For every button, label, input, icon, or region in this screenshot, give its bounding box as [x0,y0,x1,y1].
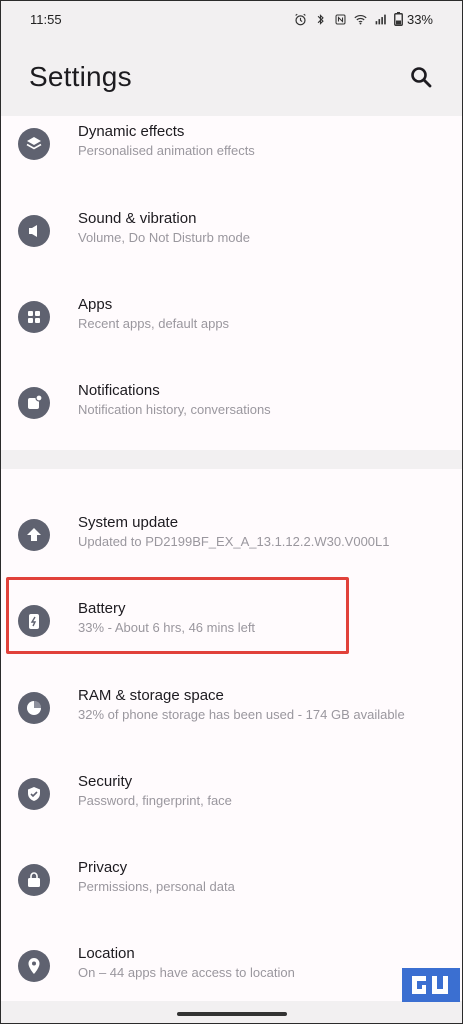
status-icons: 33% [294,12,433,27]
item-subtitle: Volume, Do Not Disturb mode [78,230,250,245]
status-time: 11:55 [30,11,62,27]
battery-status-icon [394,12,403,26]
item-title: Dynamic effects [78,123,185,140]
item-title: RAM & storage space [78,687,224,704]
settings-item-location[interactable]: Location On – 44 apps have access to loc… [0,922,463,1008]
item-subtitle: Updated to PD2199BF_EX_A_13.1.12.2.W30.V… [78,534,390,549]
search-icon [411,67,432,88]
item-title: Sound & vibration [78,210,197,227]
shield-check-icon [18,778,50,810]
item-title: Security [78,773,133,790]
item-subtitle: On – 44 apps have access to location [78,965,295,980]
item-subtitle: Personalised animation effects [78,143,255,158]
item-title: System update [78,514,179,531]
layers-icon [18,128,50,160]
lock-bag-icon [18,864,50,896]
status-bar: 11:55 33% [0,0,463,38]
bluetooth-icon [317,13,324,25]
settings-item-security[interactable]: Security Password, fingerprint, face [0,750,463,836]
wifi-icon [354,14,367,24]
speaker-icon [18,215,50,247]
settings-item-apps[interactable]: Apps Recent apps, default apps [0,273,463,359]
settings-group-2: System update Updated to PD2199BF_EX_A_1… [0,469,463,1001]
settings-item-ram-storage[interactable]: RAM & storage space 32% of phone storage… [0,664,463,750]
search-button[interactable] [407,63,435,91]
item-subtitle: Recent apps, default apps [78,316,230,331]
watermark-logo [402,968,460,1002]
apps-grid-icon [18,301,50,333]
alarm-icon [295,13,306,25]
item-title: Apps [78,296,113,313]
settings-item-dynamic-effects[interactable]: Dynamic effects Personalised animation e… [0,100,463,186]
item-subtitle: 32% of phone storage has been used - 174… [78,707,405,722]
page-title: Settings [29,61,132,92]
settings-item-privacy[interactable]: Privacy Permissions, personal data [0,836,463,922]
update-arrow-icon [18,519,50,551]
battery-percent: 33% [406,11,433,27]
gesture-nav-handle[interactable] [177,1012,287,1016]
battery-status: 33% [394,12,433,27]
notification-icon [18,387,50,419]
settings-item-notifications[interactable]: Notifications Notification history, conv… [0,359,463,445]
signal-icon [375,14,386,24]
settings-group-1: Dynamic effects Personalised animation e… [0,116,463,450]
battery-highlight-box [6,577,349,654]
nfc-icon [335,14,346,24]
item-title: Location [78,945,135,962]
item-subtitle: Notification history, conversations [78,402,271,417]
item-title: Notifications [78,382,160,399]
item-title: Privacy [78,859,128,876]
item-subtitle: Permissions, personal data [78,879,235,894]
settings-item-sound-vibration[interactable]: Sound & vibration Volume, Do Not Disturb… [0,187,463,273]
item-subtitle: Password, fingerprint, face [78,793,232,808]
storage-pie-icon [18,692,50,724]
settings-item-system-update[interactable]: System update Updated to PD2199BF_EX_A_1… [0,491,463,577]
location-pin-icon [18,950,50,982]
